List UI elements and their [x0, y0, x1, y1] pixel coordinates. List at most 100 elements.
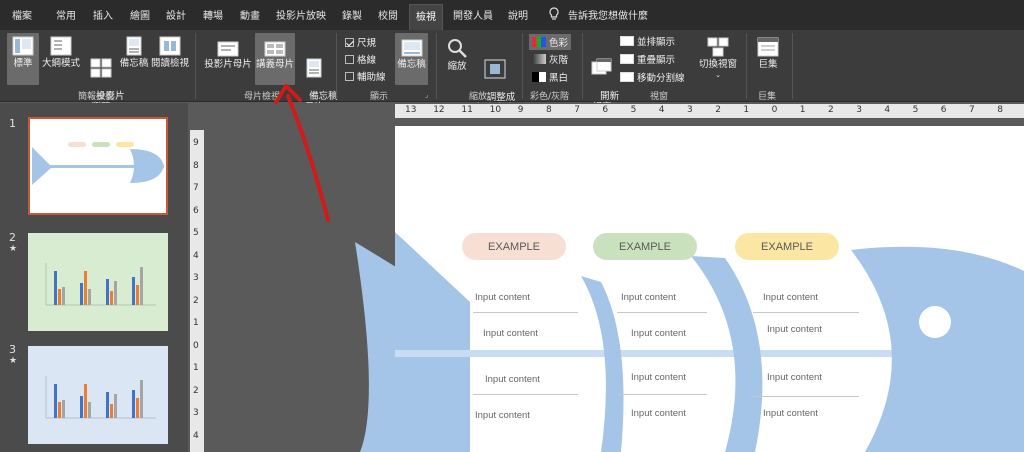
- ruler-tick-label: 0: [193, 340, 199, 351]
- divider-line: [753, 396, 859, 397]
- ruler-tick-label: 11: [461, 105, 473, 115]
- outline-view-button[interactable]: 大綱模式: [41, 33, 81, 85]
- input-content-text[interactable]: Input content: [763, 408, 818, 419]
- example-pill-1[interactable]: EXAMPLE: [462, 233, 566, 260]
- ruler-label: 尺規: [357, 38, 377, 49]
- guides-checkbox[interactable]: 輔助線: [345, 69, 386, 83]
- vertical-ruler[interactable]: 9 8 7 6 5 4 3 2 1 0 1 2 3 4: [190, 130, 204, 452]
- arrange-all-button[interactable]: 並排顯示: [620, 34, 675, 48]
- normal-view-button[interactable]: 標準: [7, 33, 39, 85]
- tab-record[interactable]: 錄製: [342, 7, 362, 22]
- cascade-button[interactable]: 重疊顯示: [620, 52, 675, 66]
- group-color-label: 彩色/灰階: [530, 92, 570, 102]
- tab-transitions[interactable]: 轉場: [203, 7, 223, 22]
- slide-thumbnail-1[interactable]: [28, 117, 168, 215]
- ruler-tick-label: 9: [517, 105, 524, 115]
- handout-master-button[interactable]: 講義母片: [255, 33, 295, 85]
- tab-home[interactable]: 常用: [56, 7, 76, 22]
- tab-review[interactable]: 校閱: [378, 7, 398, 22]
- outline-view-label: 大綱模式: [41, 58, 80, 69]
- gridlines-checkbox[interactable]: 格線: [345, 52, 376, 66]
- ruler-tick-label: 7: [969, 105, 975, 115]
- move-split-button[interactable]: 移動分割線: [620, 70, 685, 84]
- input-content-text[interactable]: Input content: [621, 292, 676, 303]
- ruler-tick-label: 6: [193, 205, 199, 216]
- slide-master-button[interactable]: 投影片母片: [203, 33, 253, 85]
- handout-master-icon: [264, 41, 286, 57]
- ruler-tick-label: 2: [715, 105, 721, 115]
- notes-master-button[interactable]: 備忘稿 母片: [297, 33, 338, 113]
- group-master-views-label: 母片檢視: [244, 92, 281, 102]
- tab-help[interactable]: 說明: [508, 7, 528, 22]
- slide-thumbnail-2[interactable]: [28, 233, 168, 331]
- notes-button[interactable]: 備忘稿: [395, 33, 428, 85]
- horizontal-ruler[interactable]: 13 12 11 10 9 8 7 6 5 4 3 2 1 0 1 2 3 4 5 6 7 8: [395, 104, 1024, 118]
- color-button[interactable]: 色彩: [529, 34, 572, 50]
- tab-view[interactable]: 檢視: [409, 4, 443, 30]
- input-content-text[interactable]: Input content: [763, 292, 818, 303]
- color-icon: [532, 37, 546, 47]
- reading-view-button[interactable]: 閱讀檢視: [150, 33, 190, 85]
- example-pill-3[interactable]: EXAMPLE: [735, 233, 839, 260]
- input-content-text[interactable]: Input content: [475, 410, 530, 421]
- checkbox-box[interactable]: [345, 54, 354, 64]
- switch-window-button[interactable]: 切換視窗 ⌄: [696, 33, 740, 85]
- tab-developer[interactable]: 開發人員: [453, 7, 493, 22]
- notes-page-button[interactable]: 備忘稿: [117, 33, 151, 85]
- fishbone-thumbnail: [32, 142, 164, 185]
- tab-insert[interactable]: 插入: [93, 7, 113, 22]
- checkbox-box[interactable]: [345, 71, 354, 81]
- ribbon-separator: [582, 33, 583, 99]
- group-show-label: 顯示: [370, 92, 389, 102]
- input-content-text[interactable]: Input content: [483, 328, 538, 339]
- ruler-tick-label: 2: [193, 295, 199, 306]
- ruler-tick-label: 6: [940, 105, 947, 115]
- ribbon-separator: [522, 33, 523, 99]
- arrange-all-icon: [620, 36, 634, 46]
- zoom-label: 縮放: [447, 61, 467, 72]
- tab-slideshow[interactable]: 投影片放映: [276, 7, 326, 22]
- tab-animations[interactable]: 動畫: [240, 7, 260, 22]
- slide-thumbnail-pane[interactable]: 1 2 ★ 3 ★: [0, 103, 188, 452]
- tab-file[interactable]: 檔案: [12, 7, 32, 22]
- animation-star-icon: ★: [9, 244, 18, 254]
- input-content-text[interactable]: Input content: [631, 328, 686, 339]
- slide-sorter-button[interactable]: 投影片 瀏覽: [84, 33, 125, 113]
- slide-number: 3: [9, 343, 16, 356]
- grayscale-button[interactable]: 灰階: [532, 52, 568, 66]
- ruler-checkbox[interactable]: 尺規: [345, 35, 376, 49]
- ruler-tick-label: 10: [489, 105, 502, 115]
- switch-window-icon: [707, 37, 729, 57]
- slide-sorter-icon: [90, 58, 112, 78]
- example-pill-2[interactable]: EXAMPLE: [593, 233, 697, 260]
- tab-draw[interactable]: 繪圖: [130, 7, 150, 22]
- magnifier-icon: [448, 39, 467, 58]
- zoom-button[interactable]: 縮放: [442, 33, 472, 85]
- macros-button[interactable]: 巨集: [753, 33, 783, 85]
- input-content-text[interactable]: Input content: [631, 408, 686, 419]
- input-content-text[interactable]: Input content: [475, 292, 530, 303]
- ruler-tick-label: 3: [193, 408, 199, 418]
- ruler-tick-label: 1: [193, 363, 199, 373]
- ruler-tick-label: 8: [546, 105, 552, 115]
- group-macros-label: 巨集: [758, 92, 777, 102]
- black-white-icon: [532, 72, 546, 82]
- outline-view-icon: [50, 36, 72, 56]
- dialog-launcher-icon[interactable]: ⌟: [425, 91, 428, 99]
- black-white-button[interactable]: 黑白: [532, 70, 568, 84]
- input-content-text[interactable]: Input content: [631, 372, 686, 383]
- checkbox-box[interactable]: [345, 37, 354, 47]
- input-content-text[interactable]: Input content: [767, 372, 822, 383]
- notes-page-label: 備忘稿: [119, 58, 149, 69]
- input-content-text[interactable]: Input content: [485, 374, 540, 385]
- input-content-text[interactable]: Input content: [767, 324, 822, 335]
- fit-to-window-button[interactable]: 調整成 視窗大小: [474, 33, 516, 114]
- notes-pane-icon: [401, 39, 422, 57]
- new-window-button[interactable]: 開新 視窗: [588, 33, 619, 113]
- tab-design[interactable]: 設計: [166, 7, 186, 22]
- slide-number: 2: [9, 231, 16, 244]
- slide-canvas[interactable]: EXAMPLE EXAMPLE EXAMPLE Input content In…: [395, 126, 1024, 452]
- normal-view-label: 標準: [13, 58, 33, 69]
- slide-thumbnail-3[interactable]: [28, 346, 168, 444]
- tell-me-search[interactable]: 告訴我您想做什麼: [568, 7, 648, 22]
